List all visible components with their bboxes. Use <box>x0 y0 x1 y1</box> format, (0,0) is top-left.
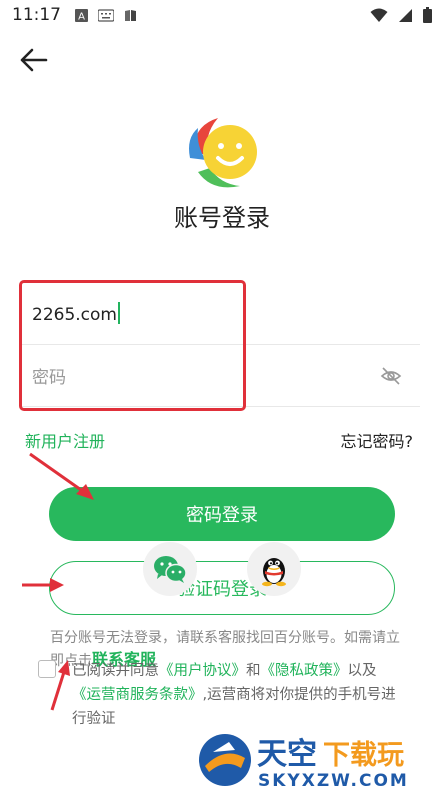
battery-icon <box>423 7 432 23</box>
annotation-arrow-2 <box>22 578 64 592</box>
code-login-button[interactable]: 验证码登录 <box>49 561 395 615</box>
eye-hidden-icon[interactable] <box>380 365 402 387</box>
annotation-arrow-1 <box>29 452 94 500</box>
status-right <box>370 7 432 23</box>
text-a-icon: A <box>75 8 88 22</box>
user-agreement-link[interactable]: 《用户协议》 <box>159 663 246 679</box>
qq-login-button[interactable] <box>247 542 301 596</box>
account-field[interactable]: 2265.com <box>22 283 420 345</box>
wifi-icon <box>370 8 388 22</box>
agreement-prefix: 已阅读并同意 <box>72 663 159 679</box>
account-input-value[interactable]: 2265.com <box>22 302 120 325</box>
password-login-label: 密码登录 <box>186 505 258 526</box>
signal-icon <box>399 8 412 22</box>
keyboard-icon <box>98 8 114 22</box>
wechat-login-button[interactable] <box>143 542 197 596</box>
qq-penguin-icon <box>262 558 286 587</box>
status-time: 11:17 <box>12 5 61 25</box>
svg-text:A: A <box>78 11 85 22</box>
forgot-password-link[interactable]: 忘记密码? <box>341 428 414 452</box>
svg-text:SKYXZW.COM: SKYXZW.COM <box>258 771 409 789</box>
book-icon <box>125 9 136 21</box>
page-title: 账号登录 <box>174 204 270 232</box>
annotation-arrow-3 <box>50 660 70 711</box>
app-logo-icon <box>189 118 257 188</box>
back-arrow-icon[interactable] <box>16 42 52 78</box>
wechat-icon <box>154 556 187 583</box>
privacy-policy-link[interactable]: 《隐私政策》 <box>261 663 348 679</box>
svg-text:下载玩: 下载玩 <box>323 740 404 771</box>
agreement-and: 和 <box>246 663 261 679</box>
password-field[interactable]: 密码 <box>22 345 420 407</box>
watermark-logo: 天空 下载玩 SKYXZW.COM <box>199 734 409 789</box>
status-bar: 11:17 A <box>0 0 444 30</box>
carrier-terms-link[interactable]: 《运营商服务条款》 <box>72 687 203 703</box>
register-link[interactable]: 新用户注册 <box>25 428 105 452</box>
svg-text:天空: 天空 <box>257 737 317 772</box>
agreement-text: 已阅读并同意《用户协议》和《隐私政策》以及《运营商服务条款》,运营商将对你提供的… <box>72 659 402 731</box>
password-input-placeholder[interactable]: 密码 <box>22 363 66 388</box>
agreement-and2: 以及 <box>347 663 377 679</box>
password-login-button[interactable]: 密码登录 <box>49 487 395 541</box>
text-cursor <box>117 302 120 324</box>
